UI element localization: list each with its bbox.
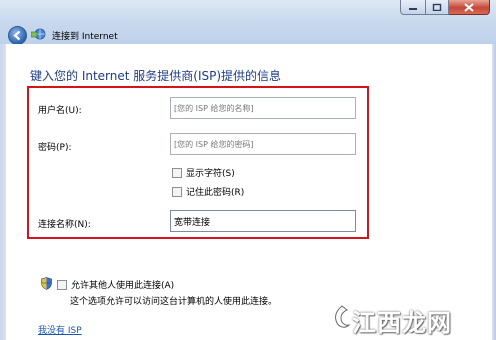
minimize-button[interactable]	[400, 0, 426, 15]
connection-name-label: 连接名称(N):	[38, 220, 91, 230]
window-frame-right	[492, 44, 496, 340]
close-icon	[464, 2, 474, 12]
remember-checkbox-row[interactable]: 记住此密码(R)	[172, 185, 244, 198]
back-arrow-icon	[13, 30, 21, 41]
no-isp-link[interactable]: 我没有 ISP	[38, 323, 82, 336]
remember-password-checkbox[interactable]	[172, 186, 182, 197]
page-title: 键入您的 Internet 服务提供商(ISP)提供的信息	[30, 69, 282, 83]
allow-others-description: 这个选项允许可以访问这台计算机的人使用此连接。	[70, 297, 278, 307]
show-chars-checkbox[interactable]	[172, 167, 182, 178]
back-button[interactable]	[8, 26, 27, 45]
username-label: 用户名(U):	[38, 106, 82, 116]
watermark-text: 江西龙网	[352, 309, 452, 337]
show-chars-checkbox-row[interactable]: 显示字符(S)	[172, 166, 235, 179]
watermark-logo-icon	[335, 305, 351, 328]
password-field[interactable]	[170, 133, 356, 155]
allow-others-label: 允许其他人使用此连接(A)	[71, 281, 175, 291]
password-label: 密码(P):	[38, 143, 72, 153]
close-button[interactable]	[449, 0, 490, 15]
show-chars-label: 显示字符(S)	[186, 169, 235, 179]
username-field[interactable]	[170, 97, 356, 119]
minimize-icon	[409, 8, 417, 10]
maximize-icon	[432, 3, 442, 11]
network-connection-icon	[31, 28, 46, 40]
maximize-button[interactable]	[426, 0, 449, 15]
connection-name-field[interactable]	[170, 210, 356, 232]
allow-others-checkbox-row[interactable]: 允许其他人使用此连接(A)	[57, 278, 174, 291]
allow-others-checkbox[interactable]	[57, 279, 67, 290]
remember-password-label: 记住此密码(R)	[186, 188, 245, 198]
window-title: 连接到 Internet	[52, 32, 118, 42]
uac-shield-icon	[41, 277, 52, 290]
window-controls	[400, 0, 490, 16]
